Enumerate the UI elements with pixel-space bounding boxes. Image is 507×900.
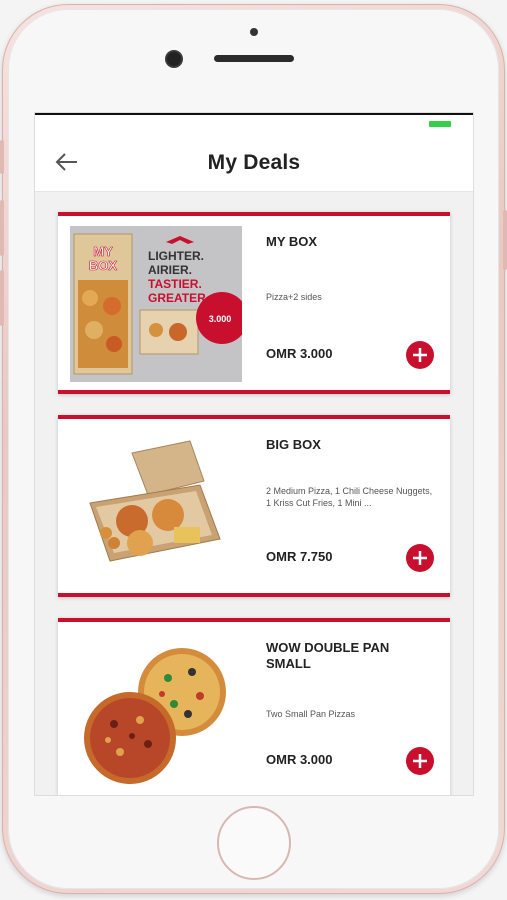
volume-up-button: [0, 200, 4, 256]
deal-price: OMR 3.000: [266, 752, 333, 767]
power-button: [503, 210, 507, 270]
plus-icon: [413, 348, 427, 362]
deal-name: BIG BOX: [266, 437, 321, 452]
wow-double-pan-image: [70, 632, 242, 788]
earpiece-speaker: [214, 55, 294, 62]
status-bar: [35, 113, 473, 131]
deal-description: Two Small Pan Pizzas: [266, 709, 356, 719]
deal-description: Pizza+2 sides: [266, 292, 322, 302]
plus-icon: [413, 551, 427, 565]
plus-icon: [413, 754, 427, 768]
deal-name: WOW DOUBLE PAN SMALL: [266, 640, 390, 671]
home-button[interactable]: [217, 806, 291, 880]
my-box-promo-image: MY BOX LIGHTER. AIRIER. TASTIER. GREATER…: [70, 226, 248, 382]
deal-card-big-box[interactable]: BIG BOX 2 Medium Pizza, 1 Chili Cheese N…: [58, 415, 450, 597]
front-camera: [167, 52, 181, 66]
promo-line-2: AIRIER.: [148, 263, 192, 277]
mute-switch: [0, 140, 4, 174]
promo-line-3: TASTIER.: [148, 277, 202, 291]
deal-description: 2 Medium Pizza, 1 Chili Cheese Nuggets, …: [266, 486, 433, 508]
deal-card-wow-double-pan[interactable]: WOW DOUBLE PAN SMALL Two Small Pan Pizza…: [58, 618, 450, 795]
promo-line-4: GREATER.: [148, 291, 209, 305]
volume-down-button: [0, 270, 4, 326]
deal-card-my-box[interactable]: MY BOX LIGHTER. AIRIER. TASTIER. GREATER…: [58, 212, 450, 394]
promo-price-badge: 3.000: [209, 314, 232, 324]
add-deal-button[interactable]: [406, 747, 434, 775]
my-box-logo-bottom: BOX: [89, 258, 118, 273]
deal-name: MY BOX: [266, 234, 318, 249]
big-box-image: [70, 429, 242, 585]
proximity-sensor: [250, 28, 258, 36]
app-screen: My Deals MY BOX LIGHTER. AIRIER. TASTIER…: [35, 113, 473, 795]
deal-price: OMR 3.000: [266, 346, 333, 361]
my-box-logo-top: MY: [93, 244, 113, 259]
page-title: My Deals: [207, 151, 301, 174]
add-deal-button[interactable]: [406, 341, 434, 369]
deals-list[interactable]: MY BOX LIGHTER. AIRIER. TASTIER. GREATER…: [35, 192, 473, 795]
promo-line-1: LIGHTER.: [148, 249, 204, 263]
add-deal-button[interactable]: [406, 544, 434, 572]
deal-price: OMR 7.750: [266, 549, 333, 564]
battery-icon: [429, 121, 451, 127]
app-header: My Deals: [35, 131, 473, 192]
